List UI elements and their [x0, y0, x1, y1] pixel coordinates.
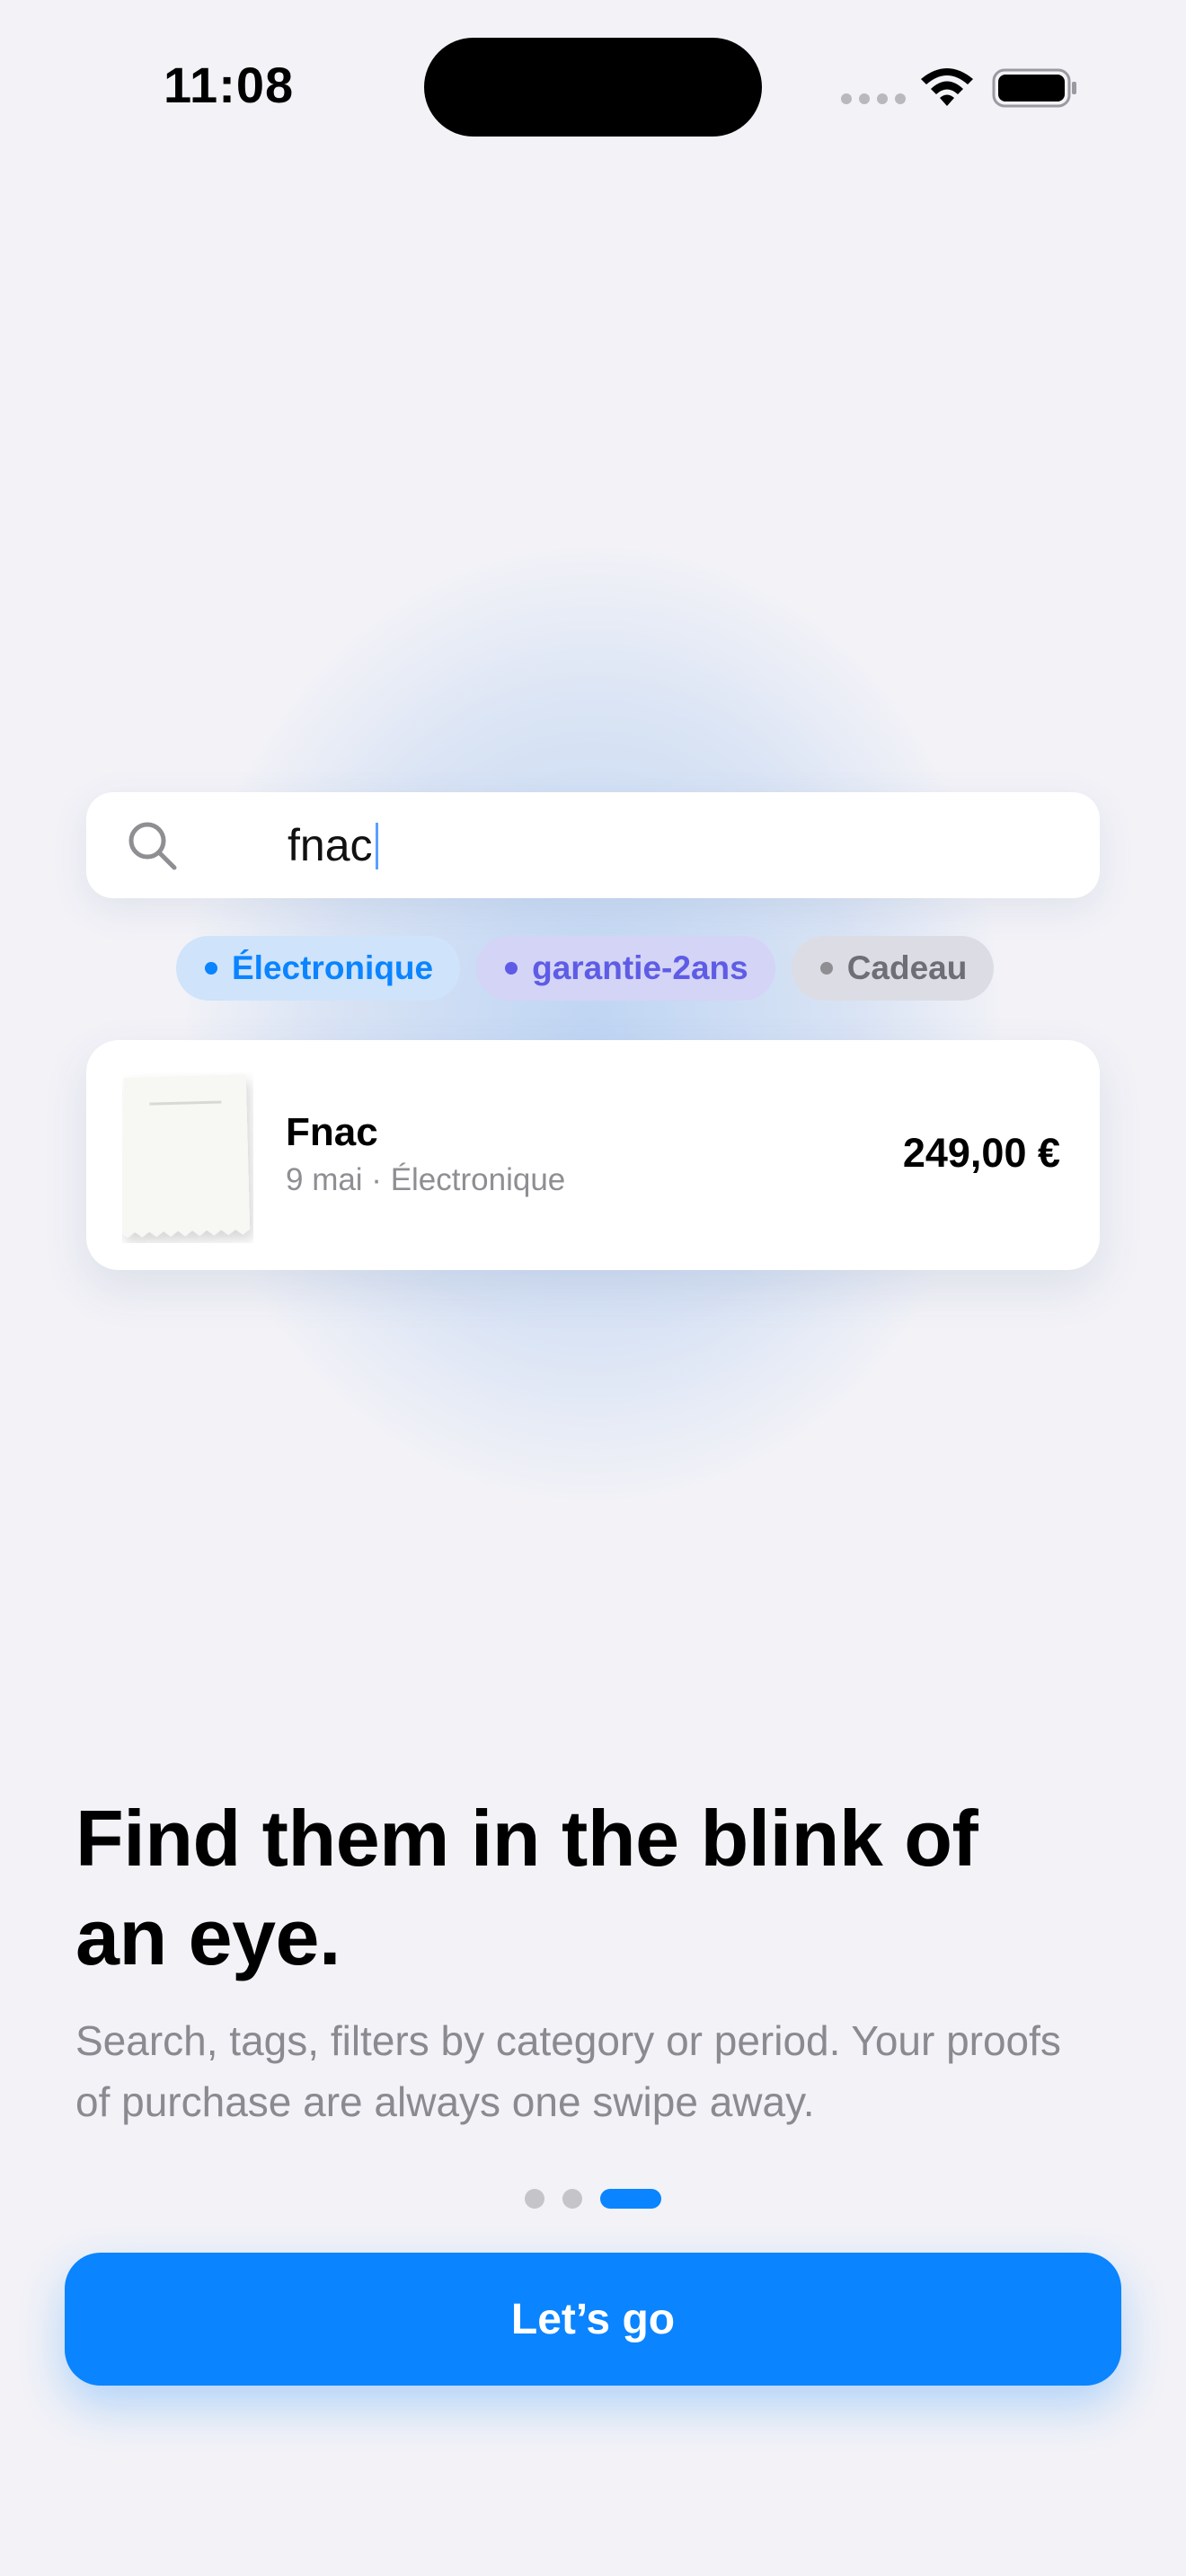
tag-dot-icon: [205, 962, 217, 975]
cellular-signal-icon: [841, 93, 906, 104]
tag-label: Cadeau: [846, 949, 968, 986]
background-glow: [180, 539, 1006, 1509]
tag-label: garantie-2ans: [532, 949, 748, 986]
onboarding-body: Search, tags, filters by category or per…: [75, 2017, 1061, 2125]
page-dot-1[interactable]: [525, 2189, 544, 2209]
search-icon: [128, 822, 177, 870]
lets-go-button[interactable]: Let’s go: [65, 2253, 1121, 2386]
status-time: 11:08: [164, 57, 295, 113]
tag-dot-icon: [505, 962, 518, 975]
onboarding-screen: 11:08 fnac Électronique garantie-2ans Ca…: [0, 0, 1186, 2576]
dynamic-island: [424, 38, 762, 137]
receipt-meta: 9 mai · Électronique: [286, 1162, 566, 1197]
page-indicator[interactable]: [525, 2189, 661, 2209]
wifi-icon: [921, 68, 973, 106]
search-field[interactable]: fnac: [86, 792, 1100, 898]
receipt-price: 249,00 €: [902, 1130, 1060, 1176]
page-dot-3-active[interactable]: [600, 2189, 661, 2209]
text-caret: [376, 823, 378, 869]
search-query: fnac: [288, 820, 373, 870]
receipt-result-card[interactable]: Fnac 9 mai · Électronique 249,00 €: [86, 1040, 1100, 1270]
onboarding-headline: Find them in the blink of an eye.: [75, 1794, 978, 1981]
tag-chips: Électronique garantie-2ans Cadeau: [176, 936, 995, 1001]
tag-dot-icon: [819, 962, 833, 975]
page-dot-2[interactable]: [562, 2189, 582, 2209]
receipt-thumbnail-icon: [122, 1074, 251, 1238]
battery-icon: [992, 68, 1076, 108]
tag-chip-electronique[interactable]: Électronique: [176, 936, 461, 1001]
tag-chip-cadeau[interactable]: Cadeau: [791, 936, 995, 1001]
tag-chip-garantie[interactable]: garantie-2ans: [476, 936, 775, 1001]
merchant-name: Fnac: [286, 1110, 378, 1154]
tag-label: Électronique: [232, 949, 434, 986]
